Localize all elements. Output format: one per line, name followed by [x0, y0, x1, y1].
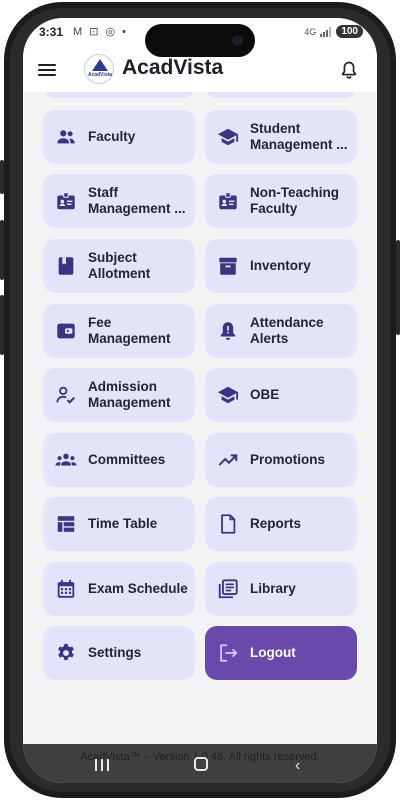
menu-tile-committees[interactable]: Committees [43, 433, 195, 487]
menu-tile-label: Non-Teaching Faculty [250, 185, 339, 216]
menu-tile-exam-schedule[interactable]: Exam Schedule [43, 562, 195, 616]
hamburger-menu-icon[interactable] [38, 61, 56, 81]
phone-side-button [0, 160, 4, 194]
alert-bell-icon [220, 322, 236, 340]
menu-tile-attendance-alerts[interactable]: Attendance Alerts [205, 304, 357, 358]
app-bar: AcadVista AcadVista [23, 52, 377, 92]
menu-tile-label: Library [250, 581, 296, 596]
gear-icon [58, 643, 74, 661]
logout-button[interactable]: Logout [205, 626, 357, 680]
menu-tile-inventory[interactable]: Inventory [205, 239, 357, 293]
camera-icon [232, 35, 243, 46]
back-chevron-icon[interactable]: ‹ [295, 757, 300, 775]
library-books-icon [218, 579, 238, 599]
menu-tile-staff-management[interactable]: Staff Management ... [43, 174, 195, 228]
menu-tile-subject-allotment[interactable]: Subject Allotment [43, 239, 195, 293]
menu-tile-obe[interactable]: OBE [205, 368, 357, 422]
navigation-bar: AcadVista™ – Version 1.0.46. All rights … [23, 744, 377, 783]
id-badge-icon [219, 192, 237, 210]
logout-label: Logout [250, 645, 296, 660]
table-grid-icon [57, 516, 75, 532]
logout-icon [220, 644, 238, 662]
menu-tile-label: Staff Management ... [88, 185, 186, 216]
graduation-cap-icon [217, 128, 239, 146]
menu-tile-admission-management[interactable]: Admission Management [43, 368, 195, 422]
notification-bell-icon[interactable] [339, 59, 359, 81]
menu-tile-label: Subject Allotment [88, 250, 151, 281]
menu-tile-label: Committees [88, 452, 166, 467]
menu-tile-label: Inventory [250, 258, 311, 273]
menu-tile-label: Admission Management [88, 379, 171, 410]
menu-tile-faculty[interactable]: Faculty [43, 110, 195, 164]
signal-icon [320, 26, 332, 37]
menu-tile-label: Reports [250, 516, 302, 531]
menu-tile-label: Fee Management [88, 315, 171, 346]
menu-grid: Faculty Student Management ... Staff Man… [23, 92, 377, 744]
menu-tile-label: Attendance Alerts [250, 315, 324, 346]
people-icon [57, 130, 75, 144]
menu-tile-label: Faculty [88, 129, 136, 144]
home-icon[interactable] [194, 757, 208, 771]
menu-tile-settings[interactable]: Settings [43, 626, 195, 680]
id-badge-icon [57, 192, 75, 210]
app-screen: 3:31 M ⊡ ◎ • 4G 100 AcadVista AcadVista [23, 18, 377, 783]
status-time: 3:31 [39, 25, 64, 39]
calendar-icon [57, 579, 75, 598]
logo-mark-icon [92, 59, 108, 71]
status-right-icons: 4G 100 [304, 25, 363, 38]
logo-text: AcadVista [87, 72, 113, 78]
phone-power-button [396, 240, 400, 335]
document-icon [221, 514, 236, 534]
menu-tile-label: OBE [250, 387, 280, 402]
archive-box-icon [219, 257, 237, 275]
trending-up-icon [218, 454, 238, 466]
menu-tile-label: Settings [88, 645, 142, 660]
notification-icons: M ⊡ ◎ • [73, 26, 128, 38]
menu-tile-label: Promotions [250, 452, 326, 467]
wallet-icon [57, 323, 75, 339]
menu-tile-label: Exam Schedule [88, 581, 188, 596]
menu-tile-label: Time Table [88, 516, 158, 531]
group-icon [55, 453, 77, 466]
graduation-cap-icon [217, 386, 239, 404]
menu-tile-promotions[interactable]: Promotions [205, 433, 357, 487]
person-check-icon [56, 386, 75, 404]
menu-tile-partial[interactable] [43, 92, 195, 98]
menu-tile-label: Student Management ... [250, 121, 348, 152]
menu-tile-non-teaching-faculty[interactable]: Non-Teaching Faculty [205, 174, 357, 228]
app-logo: AcadVista [84, 54, 114, 84]
recent-apps-icon[interactable] [95, 759, 109, 771]
menu-tile-time-table[interactable]: Time Table [43, 497, 195, 551]
menu-tile-partial[interactable] [205, 92, 357, 98]
dynamic-island [145, 24, 255, 57]
book-icon [58, 257, 74, 275]
menu-tile-student-management[interactable]: Student Management ... [205, 110, 357, 164]
menu-tile-library[interactable]: Library [205, 562, 357, 616]
app-title: AcadVista [122, 56, 224, 79]
menu-tile-reports[interactable]: Reports [205, 497, 357, 551]
network-label: 4G [304, 26, 317, 37]
menu-tile-fee-management[interactable]: Fee Management [43, 304, 195, 358]
phone-volume-up-button [0, 220, 4, 280]
battery-indicator: 100 [336, 25, 363, 38]
phone-volume-down-button [0, 295, 4, 355]
